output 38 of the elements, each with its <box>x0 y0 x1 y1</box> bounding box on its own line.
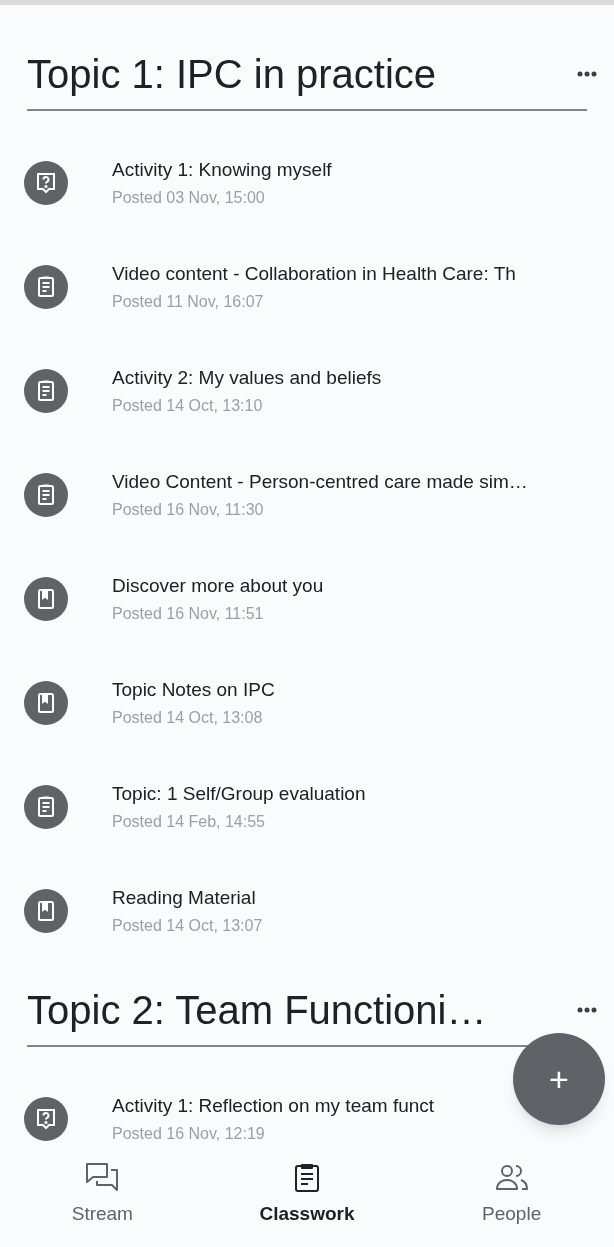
nav-tab[interactable]: People <box>436 1160 587 1226</box>
item-title: Video content - Collaboration in Health Care: Th <box>112 262 516 286</box>
item-title: Activity 1: Reflection on my team funct <box>112 1094 435 1118</box>
posted-date: Posted 16 Nov, 11:51 <box>112 604 265 624</box>
assignment-icon <box>24 785 68 829</box>
item-title: Reading Material <box>112 886 257 910</box>
item-title: Activity 1: Knowing myself <box>112 158 332 182</box>
posted-date: Posted 03 Nov, 15:00 <box>112 188 266 208</box>
topic-title: Topic 2: Team Functioni… <box>27 987 487 1034</box>
question-icon <box>24 161 68 205</box>
more-icon[interactable] <box>577 1007 597 1013</box>
posted-date: Posted 11 Nov, 16:07 <box>112 292 265 312</box>
assignment-icon <box>24 265 68 309</box>
item-title: Video Content - Person-centred care made sim… <box>112 470 528 494</box>
posted-date: Posted 16 Nov, 11:30 <box>112 500 265 520</box>
topic-title: Topic 1: IPC in practice <box>27 51 437 98</box>
people-icon <box>493 1163 530 1191</box>
item-title: Activity 2: My values and beliefs <box>112 366 382 390</box>
clipboard-icon <box>293 1161 321 1193</box>
item-title: Topic Notes on IPC <box>112 678 275 702</box>
assignment-icon <box>24 369 68 413</box>
posted-date: Posted 16 Nov, 12:19 <box>112 1124 266 1144</box>
posted-date: Posted 14 Oct, 13:08 <box>112 708 264 728</box>
posted-date: Posted 14 Oct, 13:07 <box>112 916 263 936</box>
material-icon <box>24 681 68 725</box>
posted-date: Posted 14 Oct, 13:10 <box>112 396 264 416</box>
add-button[interactable]: + <box>513 1033 605 1125</box>
posted-date: Posted 14 Feb, 14:55 <box>112 812 266 832</box>
nav-tab[interactable]: Classwork <box>232 1160 382 1226</box>
item-title: Discover more about you <box>112 574 324 598</box>
material-icon <box>24 889 68 933</box>
assignment-icon <box>24 473 68 517</box>
material-icon <box>24 577 68 621</box>
question-icon <box>24 1097 68 1141</box>
nav-tab[interactable]: Stream <box>27 1160 178 1226</box>
item-title: Topic: 1 Self/Group evaluation <box>112 782 366 806</box>
more-icon[interactable] <box>577 71 597 77</box>
chat-icon <box>85 1162 120 1192</box>
